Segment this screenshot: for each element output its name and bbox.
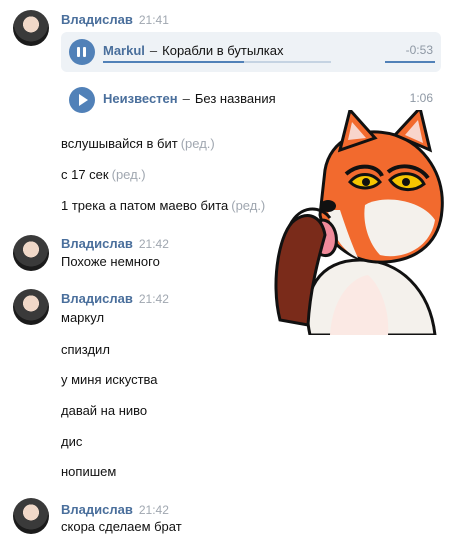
pause-icon bbox=[77, 47, 80, 57]
message-text: дис bbox=[61, 434, 83, 449]
message-text: у миня искуства bbox=[61, 372, 158, 387]
edited-mark[interactable]: (ред.) bbox=[231, 198, 265, 213]
message-time: 21:41 bbox=[138, 13, 169, 27]
message-text: с 17 сек (ред.) bbox=[61, 167, 146, 182]
message-text: маркул bbox=[61, 310, 105, 325]
track-title: Markul – Корабли в бутылках bbox=[103, 43, 284, 58]
message-text: вслушывайся в бит (ред.) bbox=[61, 136, 215, 151]
message-text: 1 трека а патом маево бита (ред.) bbox=[61, 198, 266, 213]
track-artist[interactable]: Markul bbox=[103, 43, 145, 58]
track-name: Без названия bbox=[194, 91, 276, 106]
edited-mark[interactable]: (ред.) bbox=[112, 167, 146, 182]
play-button[interactable] bbox=[69, 87, 95, 113]
message-time: 21:42 bbox=[138, 503, 169, 517]
avatar[interactable] bbox=[13, 10, 49, 46]
track-artist[interactable]: Неизвестен bbox=[103, 91, 178, 106]
progress-fill bbox=[103, 61, 245, 63]
message-time: 21:42 bbox=[138, 237, 169, 251]
edited-mark[interactable]: (ред.) bbox=[181, 136, 215, 151]
track-duration: -0:53 bbox=[405, 43, 433, 57]
avatar[interactable] bbox=[13, 235, 49, 271]
message-text: спиздил bbox=[61, 342, 110, 357]
volume-slider[interactable] bbox=[385, 61, 435, 63]
track-name: Корабли в бутылках bbox=[162, 43, 284, 58]
author-name[interactable]: Владислав 21:42 bbox=[61, 502, 169, 517]
author-name[interactable]: Владислав 21:41 bbox=[61, 12, 169, 27]
track-title: Неизвестен – Без названия bbox=[103, 91, 276, 106]
author-name[interactable]: Владислав 21:42 bbox=[61, 236, 169, 251]
track-duration: 1:06 bbox=[409, 91, 433, 105]
progress-bar[interactable] bbox=[103, 61, 331, 63]
message-time: 21:42 bbox=[138, 292, 169, 306]
audio-track-playing[interactable]: Markul – Корабли в бутылках -0:53 bbox=[61, 32, 441, 72]
play-icon bbox=[79, 94, 88, 106]
fox-sticker[interactable] bbox=[270, 110, 455, 335]
message-text: давай на ниво bbox=[61, 403, 148, 418]
message-text: Похоже немного bbox=[61, 254, 160, 269]
avatar[interactable] bbox=[13, 498, 49, 534]
message-text: нопишем bbox=[61, 464, 117, 479]
avatar[interactable] bbox=[13, 289, 49, 325]
author-name[interactable]: Владислав 21:42 bbox=[61, 291, 169, 306]
message-text: скора сделаем брат bbox=[61, 519, 182, 534]
pause-button[interactable] bbox=[69, 39, 95, 65]
